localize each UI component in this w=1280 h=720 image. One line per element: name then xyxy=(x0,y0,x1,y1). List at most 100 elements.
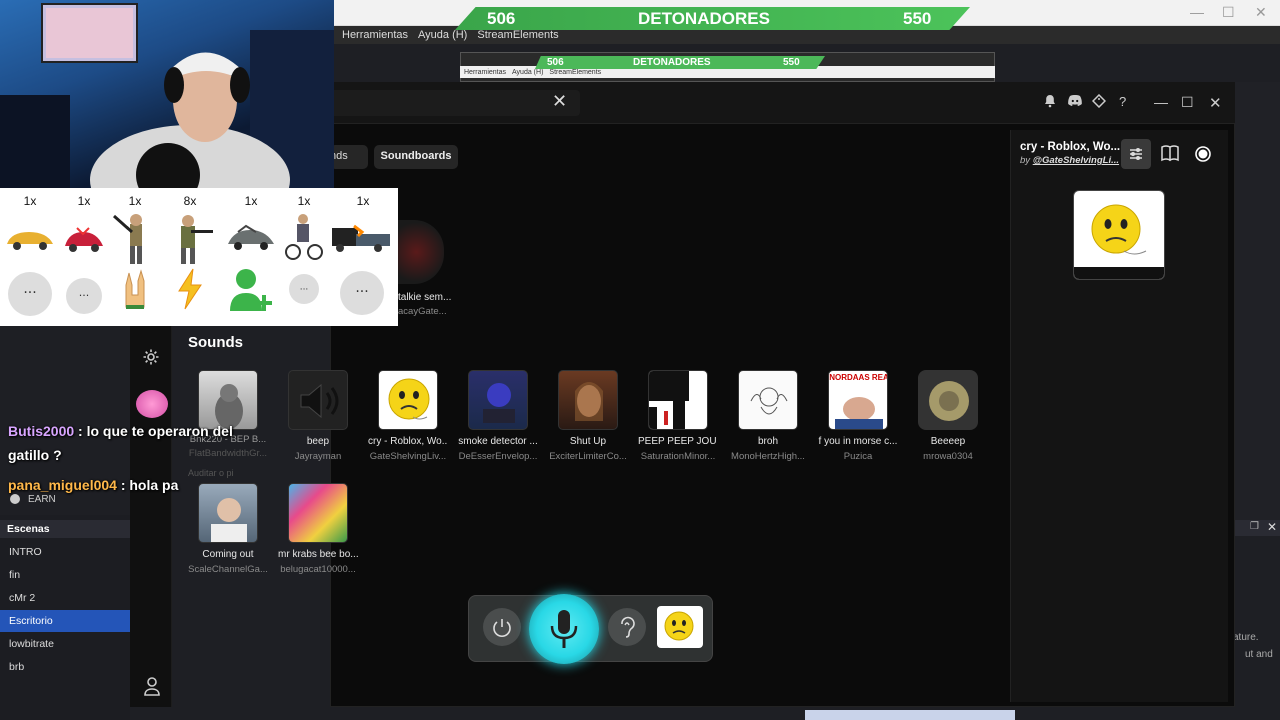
webcam-feed xyxy=(0,0,334,188)
tab-sounds[interactable]: nds xyxy=(330,145,368,169)
scene-item-lowbitrate[interactable]: lowbitrate xyxy=(0,633,130,655)
chat-message: pana_miguel004 : hola pa xyxy=(8,477,178,493)
dock-close-icon[interactable]: ✕ xyxy=(1267,520,1277,534)
vm-close-icon[interactable]: ✕ xyxy=(1209,94,1222,112)
sound-thumb-comingout xyxy=(198,483,258,543)
earn-label[interactable]: EARN xyxy=(10,494,56,505)
sound-tile[interactable]: cry - Roblox, Wo... GateShelvingLiv... xyxy=(368,370,448,462)
sound-tile[interactable]: NORDAAS REA f you in morse c... Puzica xyxy=(818,370,898,462)
detonator-count: 1x xyxy=(356,194,370,208)
sound-name: PEEP PEEP JOU ... xyxy=(638,436,718,447)
nested-detonadores-left: 506 xyxy=(547,57,564,68)
now-playing-author: by @GateShelvingLi... xyxy=(1020,155,1120,166)
add-user-icon xyxy=(230,269,272,311)
earn-text: EARN xyxy=(28,494,56,505)
help-icon[interactable]: ? xyxy=(1119,94,1126,109)
scene-item-brb[interactable]: brb xyxy=(0,656,130,678)
svg-text:···: ··· xyxy=(23,285,36,301)
user-icon[interactable] xyxy=(143,676,161,701)
svg-text:···: ··· xyxy=(355,284,368,300)
detonator-item: 1x ··· xyxy=(3,194,57,324)
sound-tile[interactable]: Beeeep mrowa0304 xyxy=(908,370,988,462)
lightning-icon xyxy=(178,268,202,310)
vm-minimize-icon[interactable]: — xyxy=(1154,94,1168,110)
book-icon[interactable] xyxy=(1160,144,1180,167)
sound-thumb-beeeep xyxy=(918,370,978,430)
now-playing-by: by xyxy=(1020,155,1031,166)
sounds-section-title: Sounds xyxy=(188,334,243,351)
detonator-count: 1x xyxy=(23,194,37,208)
settings-gear-icon[interactable] xyxy=(142,348,160,371)
svg-text:···: ··· xyxy=(79,289,90,302)
nested-menu-herramientas: Herramientas xyxy=(464,68,507,76)
detonator-item: 1x ··· xyxy=(277,194,331,316)
detonator-item: 1x ··· xyxy=(330,194,396,324)
sound-name: mr krabs bee bo... xyxy=(278,549,358,560)
bat-man-icon xyxy=(113,214,142,264)
sound-thumb-shutup xyxy=(558,370,618,430)
chat-bubble-icon: ··· xyxy=(8,272,52,316)
detonator-item: 1x xyxy=(108,194,162,316)
sound-name: Shut Up xyxy=(569,436,607,447)
detonator-count: 1x xyxy=(297,194,311,208)
obs-right-strip xyxy=(1235,82,1280,522)
sound-tile[interactable]: Coming out ScaleChannelGa... xyxy=(188,483,268,575)
chat-message-continued: gatillo ? xyxy=(8,447,62,463)
menu-streamelements[interactable]: StreamElements xyxy=(477,29,558,41)
webcam-scene xyxy=(0,3,334,188)
maximize-icon[interactable]: ☐ xyxy=(1222,4,1235,21)
discord-icon[interactable] xyxy=(1067,94,1083,111)
minimize-icon[interactable]: — xyxy=(1190,4,1204,20)
detonator-item: 1x ··· xyxy=(57,194,111,324)
sliders-button[interactable] xyxy=(1121,139,1151,169)
now-playing-author-link[interactable]: @GateShelvingLi... xyxy=(1033,155,1119,166)
menu-ayuda[interactable]: Ayuda (H) xyxy=(418,29,467,41)
sound-name: broh xyxy=(757,436,778,447)
sound-name: f you in morse c... xyxy=(818,436,898,447)
tag-icon[interactable] xyxy=(1091,93,1107,111)
soldier-rifle-icon xyxy=(181,215,213,264)
record-icon[interactable] xyxy=(1194,145,1212,168)
sound-tile[interactable]: Bhk220 - BEP B... FlatBandwidthGr... xyxy=(188,370,268,459)
sound-thumb-krabs xyxy=(288,483,348,543)
sound-author-2: FlatBandwidthGr... xyxy=(188,448,268,459)
sound-thumb-smoke xyxy=(468,370,528,430)
sound-tile[interactable]: PEEP PEEP JOU ... SaturationMinor... xyxy=(638,370,718,462)
scene-item-cmr2[interactable]: cMr 2 xyxy=(0,587,130,609)
sound-thumb-broh xyxy=(738,370,798,430)
current-sound-thumb[interactable] xyxy=(657,606,703,648)
scene-item-escritorio[interactable]: Escritorio xyxy=(0,610,130,632)
chat-bubble-icon: ··· xyxy=(66,278,102,314)
close-icon[interactable]: ✕ xyxy=(1255,4,1267,21)
sound-tile[interactable]: smoke detector ... DeEsserEnvelop... xyxy=(458,370,538,462)
hear-myself-button[interactable] xyxy=(608,608,646,646)
chat-ghost-text: Auditar o pi xyxy=(188,468,234,478)
dock-float-icon[interactable]: ❐ xyxy=(1250,521,1259,532)
bell-icon[interactable] xyxy=(1043,94,1057,111)
vm-maximize-icon[interactable]: ☐ xyxy=(1181,94,1194,111)
sound-author: Jayrayman xyxy=(294,451,342,462)
menu-herramientas[interactable]: Herramientas xyxy=(342,29,408,41)
sound-author: ExciterLimiterCo... xyxy=(549,451,627,462)
scene-item-fin[interactable]: fin xyxy=(0,564,130,586)
truck-crash-icon xyxy=(332,224,390,252)
red-crashed-car-icon xyxy=(65,227,103,252)
sound-tile[interactable]: Shut Up ExciterLimiterCo... xyxy=(548,370,628,462)
scene-item-intro[interactable]: INTRO xyxy=(0,541,130,563)
avatar[interactable] xyxy=(136,390,168,418)
chat-bubble-icon: ··· xyxy=(289,274,319,304)
power-button[interactable] xyxy=(483,608,521,646)
sound-name: cry - Roblox, Wo... xyxy=(368,436,448,447)
sound-tile[interactable]: mr krabs bee bo... belugacat10000... xyxy=(278,483,358,575)
clear-search-icon[interactable]: ✕ xyxy=(552,91,567,112)
search-input[interactable] xyxy=(330,90,580,116)
detonadores-label: DETONADORES xyxy=(638,9,770,28)
sound-author: mrowa0304 xyxy=(923,451,973,462)
detonadores-left-count: 506 xyxy=(487,9,516,28)
partial-sound-name: talkie sem... xyxy=(398,292,452,303)
tab-soundboards[interactable]: Soundboards xyxy=(374,145,458,169)
microphone-button[interactable] xyxy=(529,594,599,664)
sound-tile[interactable]: broh MonoHertzHigh... xyxy=(728,370,808,462)
earn-icon xyxy=(10,494,20,505)
sound-tile[interactable]: beep Jayrayman xyxy=(278,370,358,462)
